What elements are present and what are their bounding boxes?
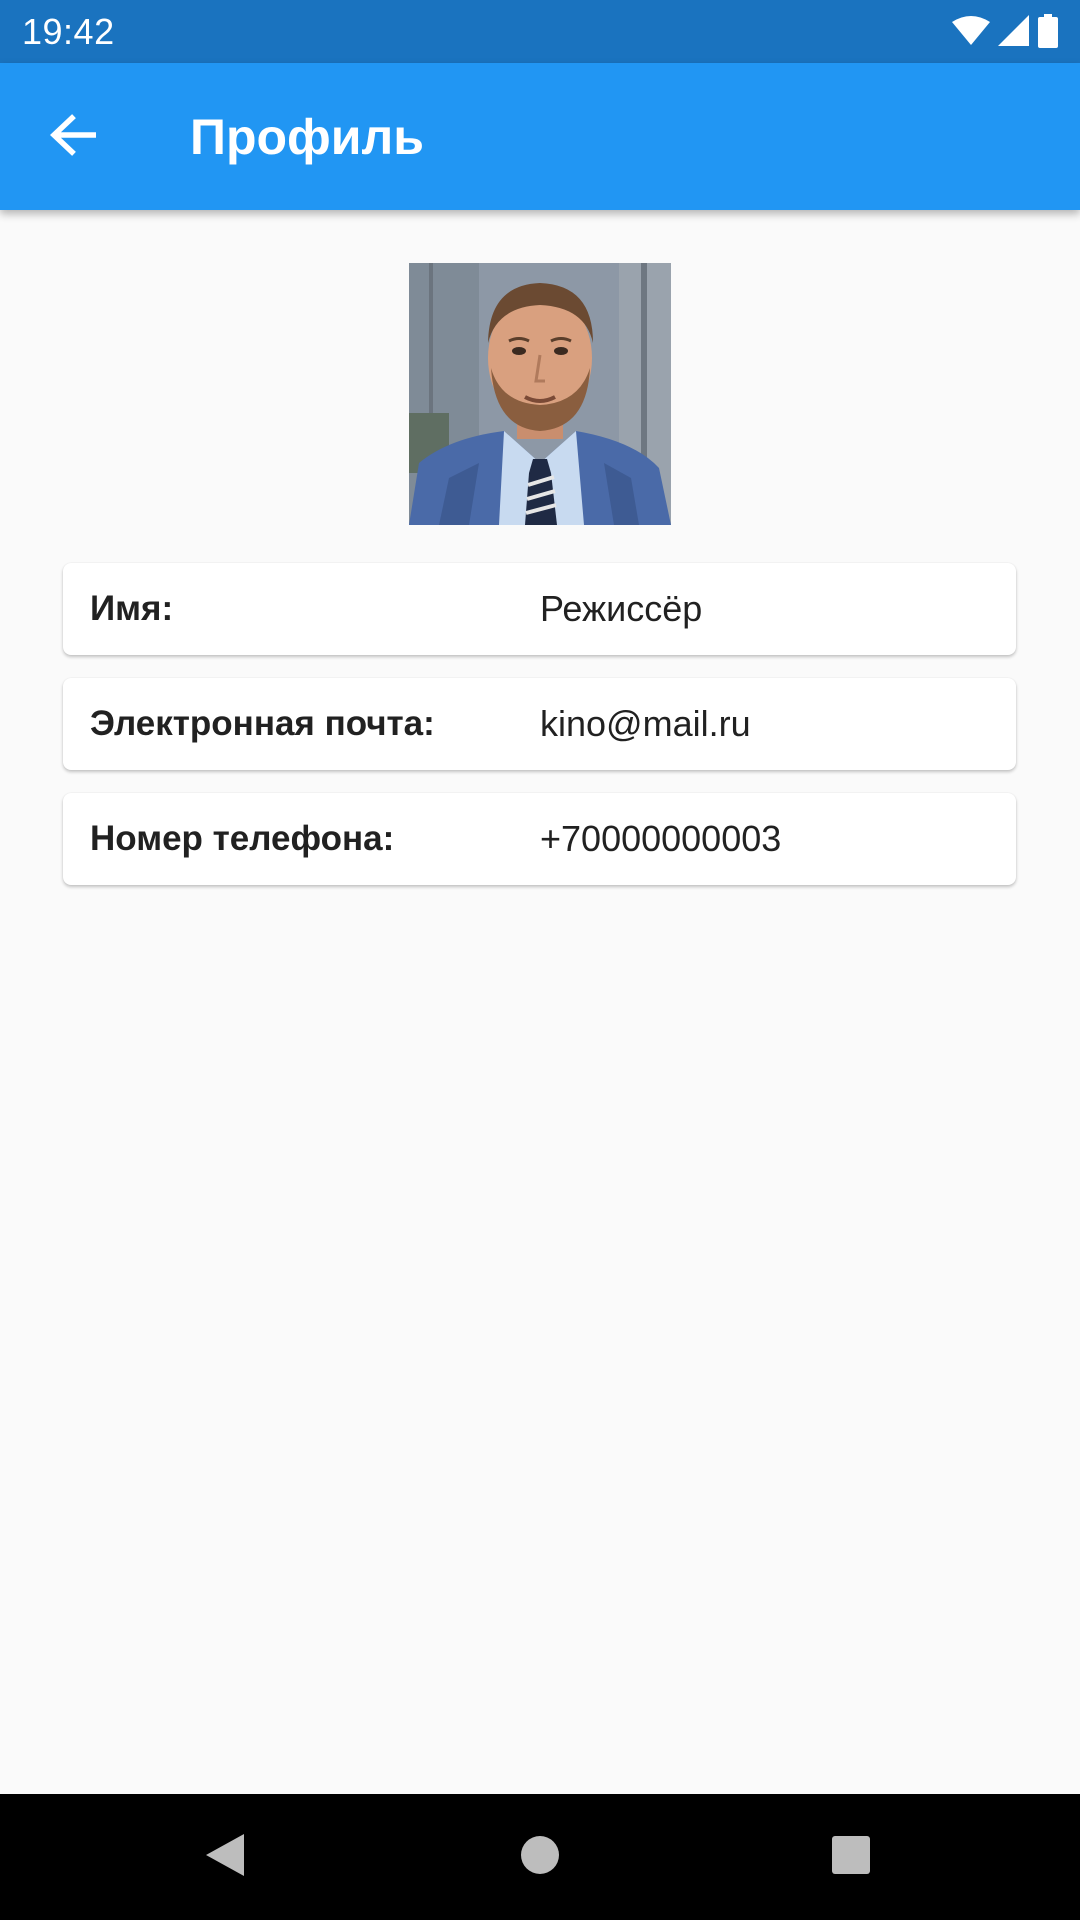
avatar	[409, 263, 671, 525]
profile-content: Имя: Режиссёр Электронная почта: kino@ma…	[0, 210, 1080, 1794]
nav-back-icon	[204, 1832, 246, 1883]
email-label: Электронная почта:	[90, 704, 435, 743]
name-value: Режиссёр	[540, 588, 703, 629]
email-value: kino@mail.ru	[540, 703, 751, 744]
page-title: Профиль	[190, 109, 425, 165]
profile-screen: 19:42 Профиль Имя: Режиссёр Электронная …	[0, 0, 1080, 1920]
wifi-icon	[952, 16, 990, 46]
back-button[interactable]	[30, 99, 116, 175]
status-icons	[952, 12, 1058, 50]
email-card: Электронная почта: kino@mail.ru	[63, 678, 1016, 770]
app-bar: Профиль	[0, 63, 1080, 210]
status-time: 19:42	[22, 11, 115, 52]
signal-icon	[998, 15, 1030, 47]
nav-home-button[interactable]	[505, 1824, 575, 1890]
status-bar: 19:42	[0, 0, 1080, 63]
phone-card: Номер телефона: +70000000003	[63, 793, 1016, 885]
name-card: Имя: Режиссёр	[63, 563, 1016, 655]
phone-label: Номер телефона:	[90, 819, 395, 858]
nav-back-button[interactable]	[190, 1824, 260, 1890]
battery-icon	[1038, 14, 1058, 48]
profile-photo	[409, 263, 671, 525]
name-label: Имя:	[90, 589, 174, 628]
phone-value: +70000000003	[540, 818, 782, 859]
arrow-back-icon	[49, 113, 97, 161]
nav-recents-button[interactable]	[816, 1824, 886, 1890]
nav-home-icon	[520, 1835, 560, 1880]
nav-recents-icon	[831, 1835, 871, 1880]
navigation-bar	[0, 1794, 1080, 1920]
